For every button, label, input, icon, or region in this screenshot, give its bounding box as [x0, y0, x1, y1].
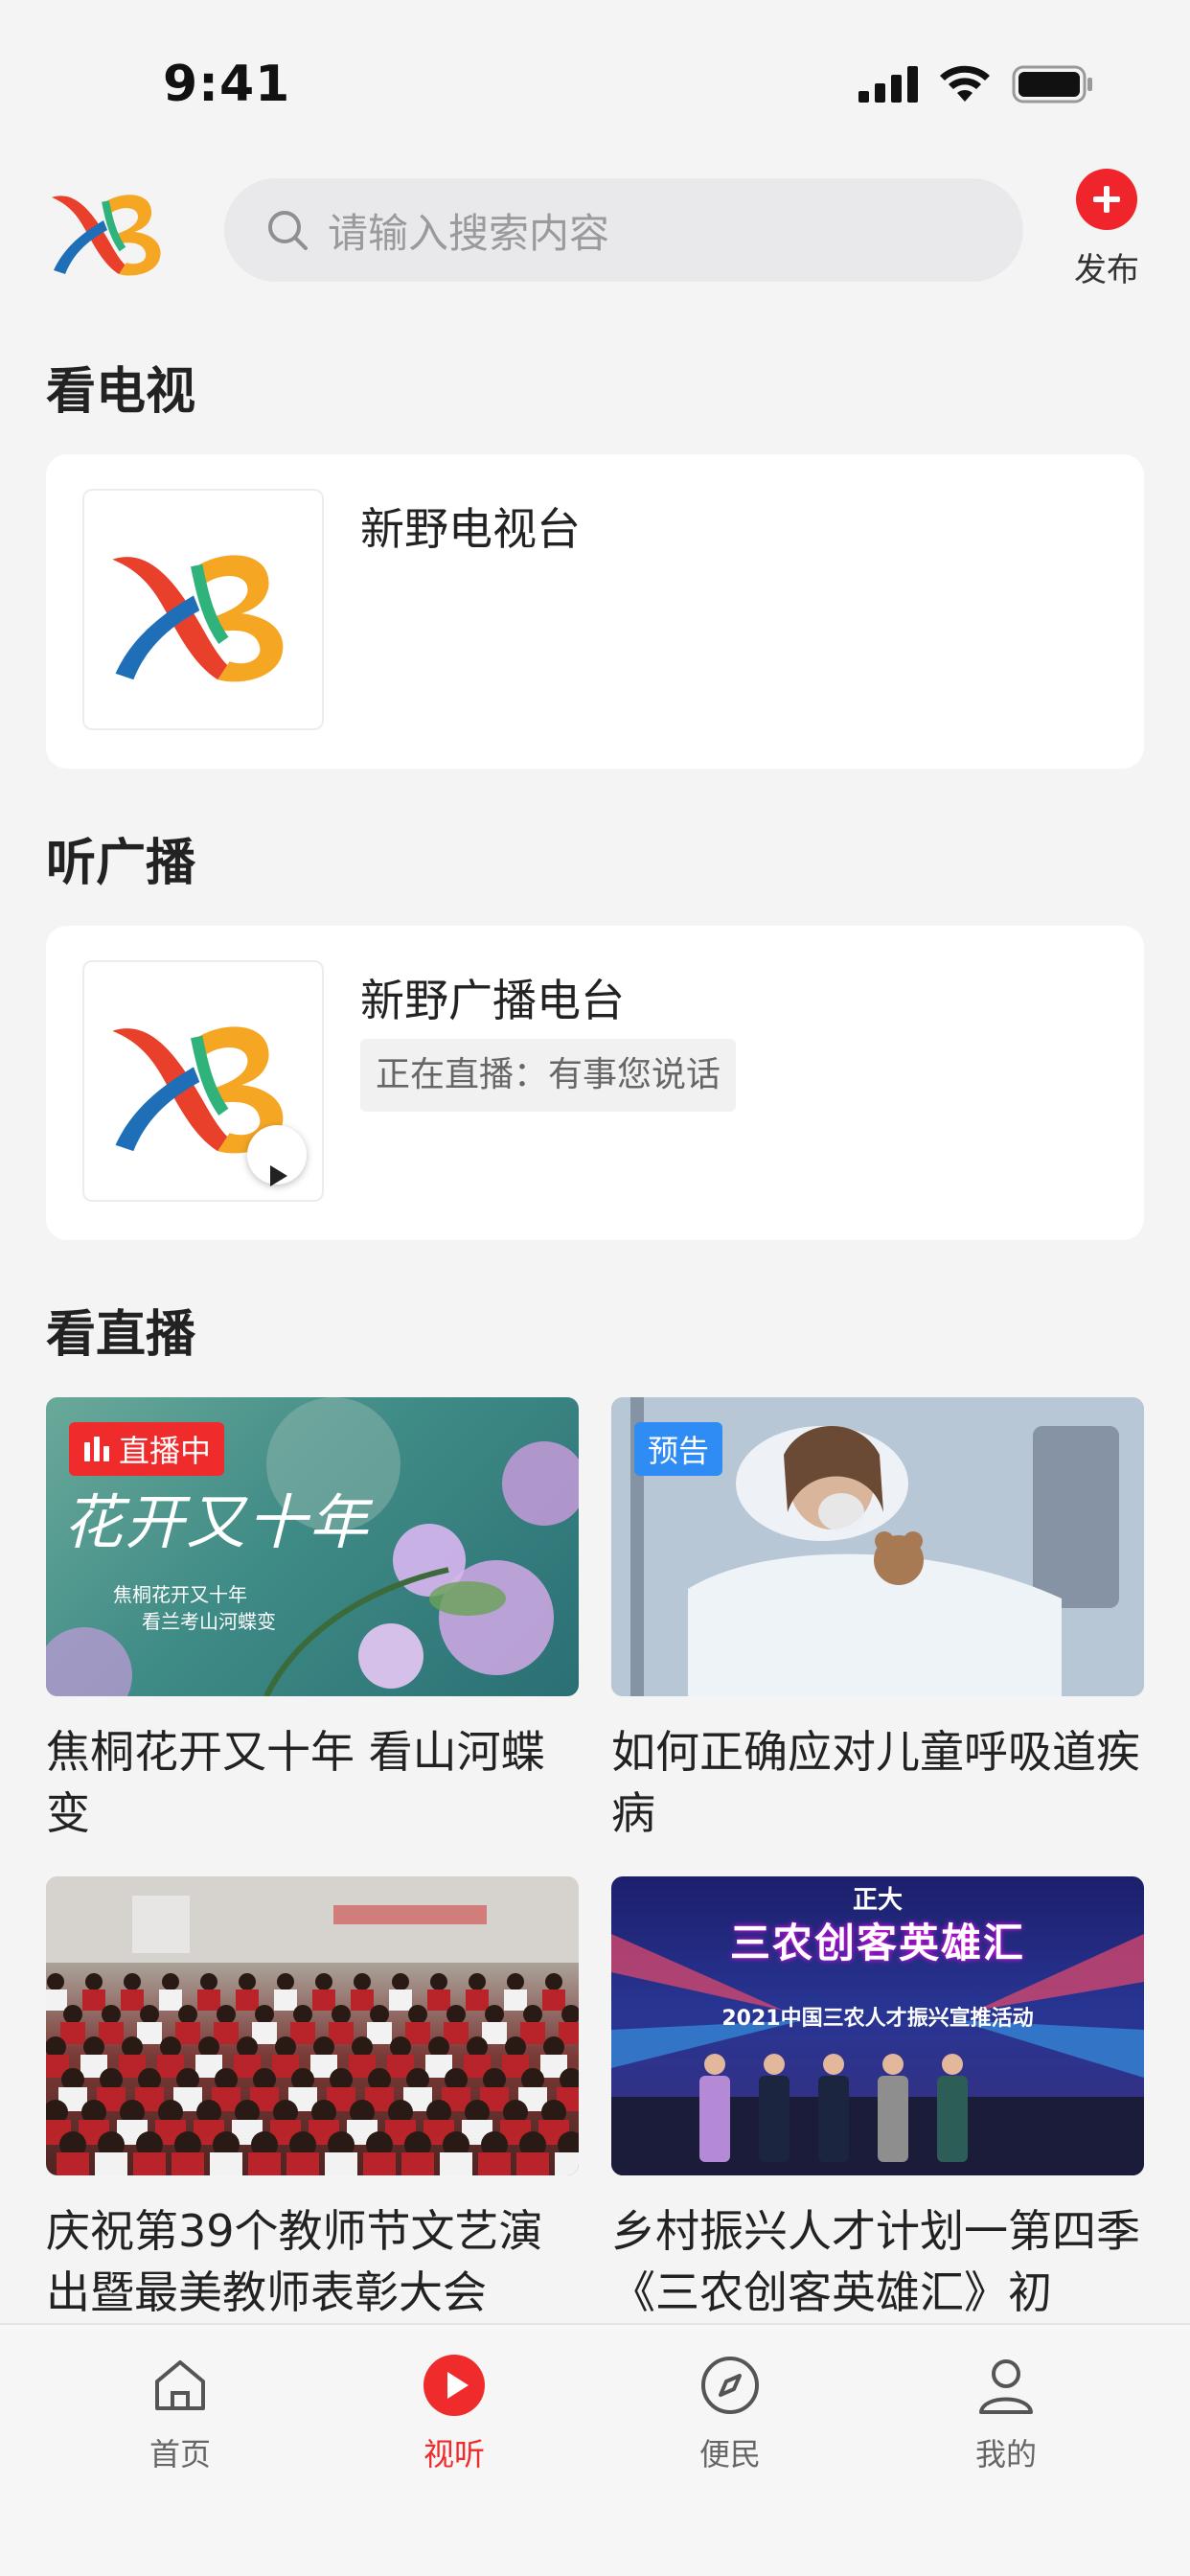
thumbnail-text-small: 焦桐花开又十年 — [113, 1583, 247, 1606]
battery-icon — [1012, 65, 1092, 104]
radio-channel-name: 新野广播电台 — [360, 975, 625, 1026]
play-icon — [421, 2352, 488, 2419]
tab-services[interactable]: 便民 — [634, 2352, 826, 2474]
search-icon — [268, 211, 308, 250]
thumbnail-text-title: 三农创客英雄汇 — [729, 1920, 1025, 1966]
live-bars-icon — [84, 1437, 109, 1461]
radio-channel-card[interactable]: 新野广播电台 正在直播：有事您说话 — [46, 926, 1144, 1240]
live-thumbnail: 正大 三农创客英雄汇 2021中国三农人才振兴宣推活动 — [611, 1876, 1144, 2175]
bottom-tab-bar: 首页 视听 便民 我的 — [0, 2323, 1190, 2576]
tab-media[interactable]: 视听 — [358, 2352, 550, 2474]
thumbnail-text-big: 花开又十年 — [63, 1487, 371, 1557]
live-tile[interactable]: 正大 三农创客英雄汇 2021中国三农人才振兴宣推活动 乡村振兴人才计划一第四季… — [611, 1876, 1144, 2323]
tab-label: 视听 — [423, 2436, 485, 2472]
now-playing-tag: 正在直播：有事您说话 — [360, 1039, 737, 1112]
live-thumbnail: 花开又十年 焦桐花开又十年 看兰考山河蝶变 直播中 — [46, 1397, 579, 1696]
tv-channel-card[interactable]: 新野电视台 — [46, 454, 1144, 769]
screen: 9:41 请输入搜索内容 发布 看电视 新野电视台 听广播 新野广播电台 正在直… — [0, 0, 1190, 2576]
section-title-tv: 看电视 — [46, 363, 196, 421]
live-badge: 直播中 — [69, 1422, 225, 1476]
preview-badge-label: 预告 — [648, 1433, 710, 1469]
home-icon — [147, 2352, 214, 2419]
wifi-icon — [940, 65, 990, 102]
live-badge-label: 直播中 — [119, 1433, 212, 1469]
tab-label: 首页 — [149, 2436, 211, 2472]
tv-channel-name: 新野电视台 — [360, 503, 581, 555]
live-tile[interactable]: 花开又十年 焦桐花开又十年 看兰考山河蝶变 直播中 焦桐花开又十年 看山河蝶变 — [46, 1397, 579, 1844]
live-tile[interactable]: 预告 如何正确应对儿童呼吸道疾病 — [611, 1397, 1144, 1844]
live-tile-title: 如何正确应对儿童呼吸道疾病 — [611, 1726, 1140, 1839]
section-title-radio: 听广播 — [46, 835, 196, 892]
search-placeholder: 请输入搜索内容 — [328, 209, 610, 257]
plus-icon — [1076, 169, 1137, 230]
publish-button[interactable]: 发布 — [1064, 169, 1150, 290]
compass-icon — [697, 2352, 764, 2419]
tab-profile[interactable]: 我的 — [910, 2352, 1102, 2474]
thumbnail-text-sub: 2021中国三农人才振兴宣推活动 — [721, 2007, 1034, 2031]
live-thumbnail: 预告 — [611, 1397, 1144, 1696]
live-tile-title: 乡村振兴人才计划一第四季《三农创客英雄汇》初 — [611, 2205, 1140, 2318]
live-tile-title: 焦桐花开又十年 看山河蝶变 — [46, 1726, 545, 1839]
play-icon[interactable] — [247, 1125, 307, 1186]
live-thumbnail — [46, 1876, 579, 2175]
preview-badge: 预告 — [634, 1422, 723, 1476]
tab-label: 便民 — [698, 2436, 761, 2472]
tab-home[interactable]: 首页 — [84, 2352, 276, 2474]
app-logo — [52, 195, 161, 276]
user-icon — [973, 2352, 1040, 2419]
cellular-signal-icon — [858, 66, 918, 103]
status-icons — [858, 65, 1094, 104]
radio-channel-logo — [82, 960, 324, 1202]
live-tile[interactable]: 庆祝第39个教师节文艺演出暨最美教师表彰大会 — [46, 1876, 579, 2323]
thumbnail-text-small: 看兰考山河蝶变 — [142, 1610, 276, 1633]
tab-label: 我的 — [974, 2436, 1037, 2472]
search-bar[interactable]: 请输入搜索内容 — [224, 178, 1023, 282]
section-title-live: 看直播 — [46, 1306, 196, 1364]
publish-label: 发布 — [1074, 251, 1139, 289]
tv-channel-logo — [82, 489, 324, 730]
live-tile-title: 庆祝第39个教师节文艺演出暨最美教师表彰大会 — [46, 2205, 543, 2318]
status-time: 9:41 — [163, 56, 291, 113]
